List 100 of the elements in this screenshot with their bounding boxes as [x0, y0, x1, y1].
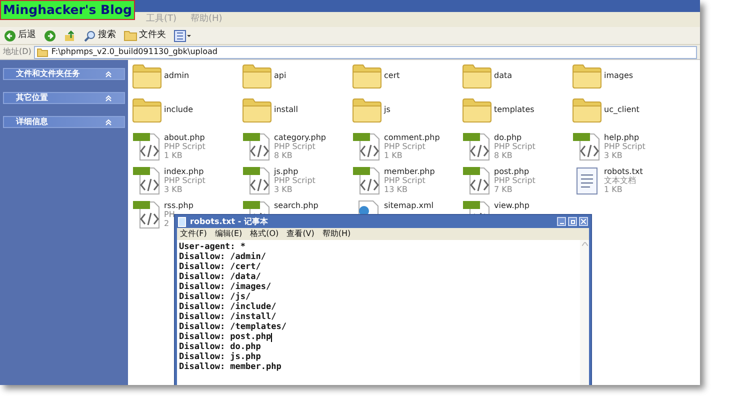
- sidebar-section-header[interactable]: 详细信息: [3, 116, 125, 128]
- folder-icon: [132, 97, 162, 123]
- search-icon: [84, 30, 96, 42]
- file-size: 3 KB: [274, 185, 292, 194]
- file-name[interactable]: view.php: [494, 201, 530, 210]
- toolbar-button[interactable]: [43, 28, 57, 44]
- text-line: Disallow: /admin/: [179, 252, 266, 262]
- address-field[interactable]: F:\phpmps_v2.0_build091130_gbk\upload: [34, 46, 697, 58]
- file-size: 3 KB: [164, 185, 182, 194]
- file-name[interactable]: sitemap.xml: [384, 201, 434, 210]
- php-file-icon: [352, 165, 382, 195]
- menu-item[interactable]: 查看(V): [286, 228, 314, 240]
- file-type: PHP Script: [164, 176, 206, 185]
- file-size: 1 KB: [384, 151, 402, 160]
- php-file-icon: [132, 199, 162, 229]
- php-file-icon: [462, 165, 492, 195]
- file-name[interactable]: about.php: [164, 133, 205, 142]
- collapse-chevron-icon: [105, 94, 112, 102]
- php-file-icon: [242, 131, 272, 161]
- file-name[interactable]: cert: [384, 71, 400, 80]
- file-type: PHP Script: [384, 176, 426, 185]
- sidebar-section-header[interactable]: 文件和文件夹任务: [3, 68, 125, 80]
- php-file-icon: [352, 131, 382, 161]
- file-size: 1 KB: [604, 185, 622, 194]
- file-name[interactable]: category.php: [274, 133, 326, 142]
- text-line: Disallow: js.php: [179, 352, 261, 362]
- text-line: Disallow: /data/: [179, 272, 261, 282]
- back-arrow-icon: [4, 30, 16, 42]
- file-name[interactable]: images: [604, 71, 634, 80]
- folder-icon: [352, 97, 382, 123]
- file-name[interactable]: js: [384, 105, 390, 114]
- file-name[interactable]: js.php: [274, 167, 298, 176]
- file-name[interactable]: rss.php: [164, 201, 194, 210]
- text-line: User-agent: *: [179, 242, 246, 252]
- folder-icon: [242, 97, 272, 123]
- text-line: Disallow: do.php: [179, 342, 261, 352]
- file-name[interactable]: api: [274, 71, 286, 80]
- menu-item[interactable]: 帮助(H): [322, 228, 351, 240]
- toolbar-button[interactable]: 文件夹: [123, 28, 167, 44]
- toolbar-button[interactable]: 后退: [3, 28, 37, 44]
- file-size: 13 KB: [384, 185, 408, 194]
- menu-item[interactable]: 文件(F): [180, 228, 207, 240]
- file-name[interactable]: search.php: [274, 201, 318, 210]
- php-file-icon: [462, 131, 492, 161]
- file-type: PHP Script: [384, 142, 426, 151]
- window-title: robots.txt - 记事本: [190, 216, 268, 228]
- file-name[interactable]: install: [274, 105, 298, 114]
- close-button[interactable]: [579, 217, 588, 226]
- file-type: PHP Script: [274, 176, 316, 185]
- toolbar-button[interactable]: 搜索: [83, 28, 117, 44]
- file-type: PHP Script: [274, 142, 316, 151]
- php-file-icon: [132, 131, 162, 161]
- file-name[interactable]: admin: [164, 71, 190, 80]
- text-line: Disallow: /cert/: [179, 262, 261, 272]
- file-size: 1 KB: [164, 151, 182, 160]
- folder-icon: [37, 48, 48, 56]
- folder-icon: [132, 63, 162, 89]
- notepad-icon: [178, 216, 186, 226]
- file-type: PHP Script: [604, 142, 646, 151]
- file-name[interactable]: help.php: [604, 133, 640, 142]
- file-name[interactable]: comment.php: [384, 133, 440, 142]
- file-name[interactable]: robots.txt: [604, 167, 643, 176]
- file-size: 2: [164, 219, 170, 228]
- text-line: Disallow: /js/: [179, 292, 251, 302]
- text-line: Disallow: /install/: [179, 312, 276, 322]
- sidebar-section-header[interactable]: 其它位置: [3, 92, 125, 104]
- text-line: Disallow: member.php: [179, 362, 282, 372]
- folder-icon: [572, 63, 602, 89]
- views-grid-icon: [174, 30, 192, 42]
- file-name[interactable]: templates: [494, 105, 534, 114]
- file-name[interactable]: data: [494, 71, 512, 80]
- folder-icon: [242, 63, 272, 89]
- folder-icon: [124, 30, 137, 41]
- minimize-button[interactable]: [557, 217, 566, 226]
- scroll-up-icon: [582, 242, 588, 246]
- folder-icon: [352, 63, 382, 89]
- forward-arrow-icon: [44, 30, 56, 42]
- php-file-icon: [572, 131, 602, 161]
- toolbar-button[interactable]: [173, 28, 193, 44]
- file-type: PHP Script: [494, 176, 536, 185]
- file-size: 3 KB: [604, 151, 622, 160]
- folder-icon: [462, 97, 492, 123]
- menu-item[interactable]: 格式(O): [250, 228, 279, 240]
- text-line: Disallow: /images/: [179, 282, 272, 292]
- file-name[interactable]: member.php: [384, 167, 435, 176]
- file-name[interactable]: include: [164, 105, 193, 114]
- menu-item[interactable]: 编辑(E): [214, 228, 242, 240]
- file-type: PHP Script: [494, 142, 536, 151]
- file-type: 文本文档: [604, 176, 636, 185]
- collapse-chevron-icon: [105, 70, 112, 78]
- file-name[interactable]: do.php: [494, 133, 522, 142]
- blog-banner: Minghacker's Blog: [0, 0, 135, 20]
- file-type: PH: [164, 210, 175, 219]
- php-file-icon: [242, 165, 272, 195]
- maximize-button[interactable]: [568, 217, 577, 226]
- file-name[interactable]: post.php: [494, 167, 530, 176]
- up-folder-icon: [64, 30, 76, 42]
- file-name[interactable]: uc_client: [604, 105, 640, 114]
- toolbar-button[interactable]: [63, 28, 77, 44]
- file-name[interactable]: index.php: [164, 167, 204, 176]
